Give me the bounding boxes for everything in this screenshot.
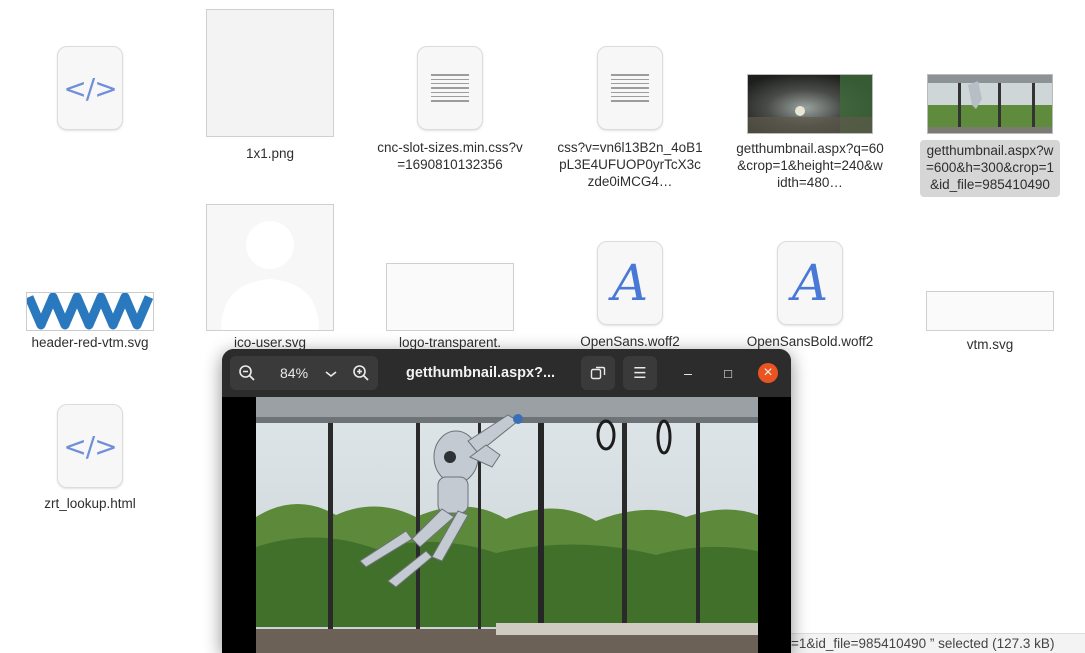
- file-item-logo-transparent[interactable]: logo-transparent.: [370, 263, 530, 351]
- chevron-down-icon: [325, 371, 337, 378]
- font-file-icon: A: [777, 241, 843, 325]
- logo-image-icon: [386, 263, 514, 331]
- zoom-in-button[interactable]: [344, 356, 378, 390]
- minimize-icon: –: [684, 365, 692, 381]
- viewer-header-bar[interactable]: 84% getthumbnail.aspx?... ☰ – □ ×: [222, 349, 791, 397]
- file-item-cnc-css[interactable]: cnc-slot-sizes.min.css?v=1690810132356: [370, 46, 530, 173]
- file-item-thumbnail-cave[interactable]: getthumbnail.aspx?q=60&crop=1&height=240…: [730, 74, 890, 191]
- status-text: =1&id_file=985410490 ” selected (127.3 k…: [791, 636, 1055, 651]
- file-item-ico-user[interactable]: ico-user.svg: [190, 204, 350, 351]
- zoom-controls: 84%: [230, 356, 378, 390]
- file-item-opensans[interactable]: A OpenSans.woff2: [550, 241, 710, 350]
- close-button[interactable]: ×: [758, 363, 778, 383]
- zoom-out-icon: [239, 365, 255, 381]
- file-item-vtm[interactable]: vtm.svg: [910, 291, 1070, 353]
- photo-thumbnail-icon: [747, 74, 873, 134]
- wave-logo-icon: [24, 292, 154, 331]
- photo-thumbnail-icon: [927, 74, 1053, 134]
- zoom-level-dropdown[interactable]: 84%: [268, 356, 346, 390]
- file-item-zrt-lookup[interactable]: </> zrt_lookup.html: [10, 404, 170, 512]
- maximize-button[interactable]: □: [718, 363, 738, 383]
- file-item-opensansbold[interactable]: A OpenSansBold.woff2: [730, 241, 890, 350]
- file-label: css?v=vn6l13B2n_4oB1pL3E4UFUOP0yrTcX3czd…: [557, 140, 703, 189]
- hamburger-menu-icon: ☰: [633, 365, 647, 382]
- code-file-icon: </>: [57, 404, 123, 488]
- zoom-in-icon: [353, 365, 369, 381]
- image-viewer-window[interactable]: 84% getthumbnail.aspx?... ☰ – □ ×: [222, 349, 791, 653]
- file-label: OpenSans.woff2: [580, 334, 680, 349]
- menu-button[interactable]: ☰: [623, 356, 657, 390]
- file-label: zrt_lookup.html: [44, 496, 136, 511]
- rotate-icon: [590, 366, 606, 380]
- file-item-thumbnail-selected[interactable]: getthumbnail.aspx?w=600&h=300&crop=1&id_…: [910, 74, 1070, 197]
- close-icon: ×: [763, 364, 773, 381]
- viewer-title: getthumbnail.aspx?...: [406, 365, 556, 381]
- user-silhouette-icon: [206, 204, 334, 331]
- rotate-button[interactable]: [581, 356, 615, 390]
- file-label: getthumbnail.aspx?q=60&crop=1&height=240…: [736, 141, 884, 190]
- file-label: 1x1.png: [245, 146, 295, 161]
- zoom-level-value: 84%: [280, 365, 309, 381]
- file-item-1x1[interactable]: 1x1.png: [190, 9, 350, 162]
- minimize-button[interactable]: –: [678, 363, 698, 383]
- file-label: header-red-vtm.svg: [31, 335, 149, 350]
- maximize-icon: □: [724, 365, 732, 381]
- font-file-icon: A: [597, 241, 663, 325]
- file-item-header-red-vtm[interactable]: header-red-vtm.svg: [10, 292, 170, 351]
- file-item-code-1[interactable]: </>: [10, 46, 170, 130]
- status-bar: =1&id_file=985410490 ” selected (127.3 k…: [791, 633, 1085, 653]
- blank-image-icon: [206, 9, 334, 137]
- file-label: cnc-slot-sizes.min.css?v=1690810132356: [377, 140, 523, 172]
- file-label: OpenSansBold.woff2: [746, 334, 874, 349]
- zoom-out-button[interactable]: [230, 356, 264, 390]
- text-file-icon: [597, 46, 663, 130]
- file-label: getthumbnail.aspx?w=600&h=300&crop=1&id_…: [920, 140, 1060, 197]
- file-item-css-font[interactable]: css?v=vn6l13B2n_4oB1pL3E4UFUOP0yrTcX3czd…: [550, 46, 710, 190]
- code-file-icon: </>: [57, 46, 123, 130]
- displayed-image: [256, 397, 758, 653]
- logo-image-icon: [926, 291, 1054, 331]
- text-file-icon: [417, 46, 483, 130]
- file-label: vtm.svg: [966, 337, 1014, 352]
